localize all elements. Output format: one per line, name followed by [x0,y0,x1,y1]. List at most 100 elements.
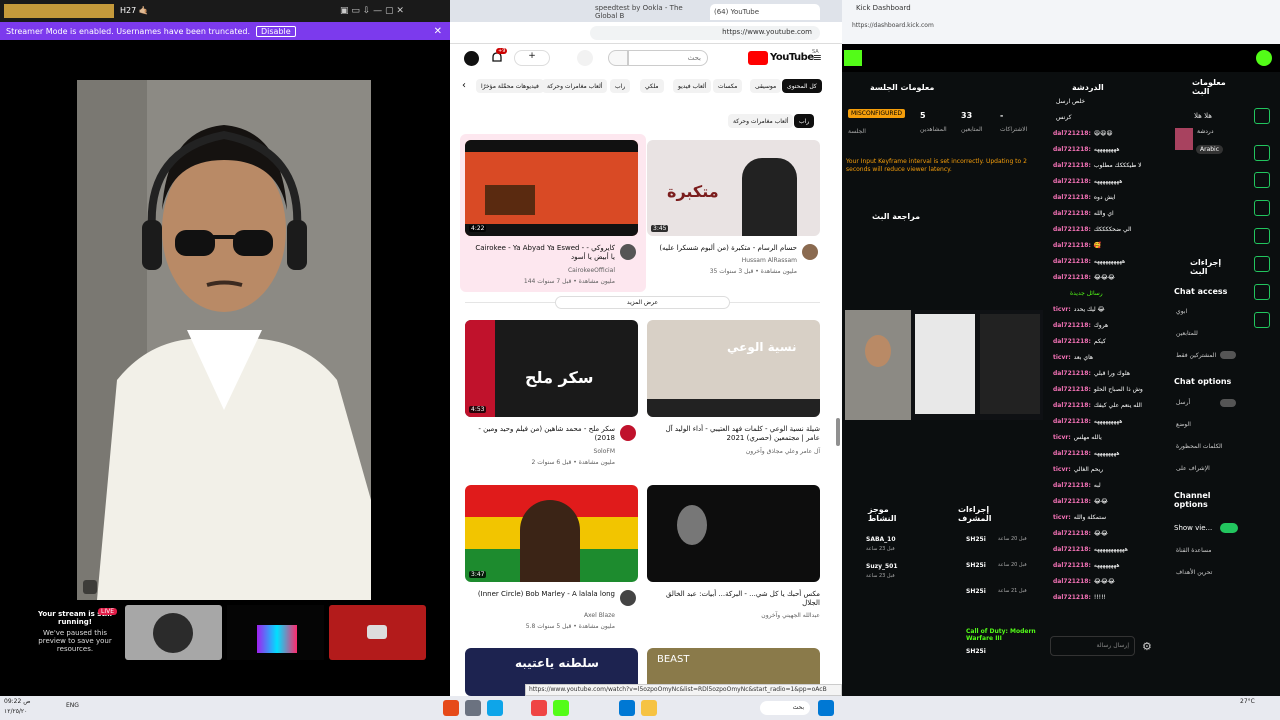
disable-button[interactable]: Disable [256,25,296,37]
video-title[interactable]: مكس أحبك يا كل شي... - البركة... أبيات: … [655,590,820,608]
search-input[interactable]: بحث [628,50,708,66]
chat-username[interactable]: dal721218: [1053,546,1091,553]
close-icon[interactable]: ✕ [434,26,442,37]
chat-access-item[interactable]: للمتابعين [1176,330,1198,337]
youtube-logo-icon[interactable] [748,51,768,65]
side-tool-icon[interactable] [1254,228,1270,244]
chip-games[interactable]: ألعاب فيديو [673,79,712,93]
chip-mixes[interactable]: مكسات [713,79,743,93]
video-thumbnail[interactable]: 3:47 [465,485,638,582]
show-more-button[interactable]: عرض المزيد [555,296,730,309]
avatar[interactable] [464,51,479,66]
mod-user[interactable]: SH25i [966,562,986,569]
chat-username[interactable]: dal721218: [1053,498,1091,505]
chip-royal[interactable]: ملكي [640,79,664,93]
subchip-rap[interactable]: راب [794,114,815,128]
chat-username[interactable]: dal721218: [1053,450,1091,457]
video-channel[interactable]: SoloFM [470,448,615,455]
chat-username[interactable]: dal721218: [1053,210,1091,217]
side-tool-icon[interactable] [1254,145,1270,161]
url-field[interactable]: https://www.youtube.com [590,26,820,40]
mod-user[interactable]: SH25i [966,536,986,543]
video-channel[interactable]: Axel Blaze [470,612,615,619]
chat-username[interactable]: dal721218: [1053,194,1091,201]
chrome-icon[interactable] [443,700,459,716]
side-tool-icon[interactable] [1254,172,1270,188]
chat-access-item[interactable]: المشتركين فقط [1176,352,1216,359]
chip-adventure[interactable]: ألعاب مغامرات وحركة [542,79,608,93]
mod-user[interactable]: SH25i [966,588,986,595]
chat-username[interactable]: dal721218: [1053,386,1091,393]
chat-username[interactable]: dal721218: [1053,418,1091,425]
bell-icon[interactable]: +9 [490,48,508,65]
windows-start-icon[interactable] [818,700,834,716]
camera-settings-icon[interactable] [83,580,97,594]
video-title[interactable]: حسام الرسام - متكبرة (من ألبوم شسكرا علي… [655,244,797,253]
video-thumbnail[interactable]: متكبرة 3:45 [647,140,820,236]
search-icon[interactable] [608,50,628,66]
tab-youtube[interactable]: (64) YouTube [710,4,820,20]
youtube-icon[interactable] [531,700,547,716]
show-viewers-toggle[interactable] [1220,523,1238,533]
side-tool-icon[interactable] [1254,108,1270,124]
kick-url[interactable]: https://dashboard.kick.com [852,22,934,29]
kick-logo-icon[interactable] [844,50,862,66]
gear-icon[interactable]: ⚙ [1142,640,1152,653]
kick-icon[interactable] [553,700,569,716]
subchip-adventure[interactable]: ألعاب مغامرات وحركة [728,114,794,128]
side-tool-icon[interactable] [1254,256,1270,272]
video-thumbnail[interactable]: نسية الوعي [647,320,820,417]
mod-user[interactable]: SH25i [966,648,986,655]
tab-speedtest[interactable]: speedtest by Ookla - The Global B [595,4,705,20]
window-controls[interactable]: ▣ ▭ ⇩ — ▢ ✕ [340,6,404,16]
video-title[interactable]: شيلة نسية الوعي - كلمات فهد العتيبي - أد… [655,425,820,443]
chat-username[interactable]: ticvr: [1053,306,1071,313]
chat-username[interactable]: dal721218: [1053,274,1091,281]
scrollbar-thumb[interactable] [836,418,840,446]
chat-username[interactable]: ticvr: [1053,466,1071,473]
video-channel[interactable]: عبدالله الجهيني وآخرون [655,612,820,619]
chat-access-item[interactable]: ابوي [1176,308,1187,315]
chat-username[interactable]: ticvr: [1053,514,1071,521]
chat-username[interactable]: dal721218: [1053,338,1091,345]
source-card-screen[interactable] [227,605,324,660]
obs-icon[interactable] [465,700,481,716]
video-channel[interactable]: آل عامر وعلي مجاذق وآخرون [655,448,820,455]
profile-avatar[interactable] [1256,50,1272,66]
kick-tab-title[interactable]: Kick Dashboard [856,4,911,12]
channel-option-item[interactable]: مساعدة القناة [1176,547,1212,554]
side-tool-icon[interactable] [1254,200,1270,216]
source-card-camera-off[interactable] [329,605,426,660]
chat-username[interactable]: dal721218: [1053,226,1091,233]
activity-user[interactable]: Suzy_501 [866,563,898,570]
video-title[interactable]: (Inner Circle) Bob Marley - A lalala lon… [470,590,615,599]
chat-username[interactable]: dal721218: [1053,162,1091,169]
chat-username[interactable]: dal721218: [1053,370,1091,377]
chat-username[interactable]: dal721218: [1053,482,1091,489]
channel-avatar[interactable] [620,425,636,441]
video-thumbnail[interactable]: سكر ملح 4:53 [465,320,638,417]
mic-icon[interactable] [577,50,593,66]
channel-option-item[interactable]: تحرين الأهداف [1176,569,1212,576]
edge-icon[interactable] [619,700,635,716]
chat-username[interactable]: dal721218: [1053,530,1091,537]
taskbar-lang[interactable]: ENG [66,702,79,709]
chat-username[interactable]: dal721218: [1053,562,1091,569]
chat-input[interactable]: إرسال رسالة [1050,636,1135,656]
subscribers-only-toggle[interactable] [1220,351,1236,359]
channel-avatar[interactable] [620,590,636,606]
chip-rap[interactable]: راب [610,79,631,93]
video-channel[interactable]: CairokeeOfficial [470,267,615,274]
emote-mode-toggle[interactable] [1220,399,1236,407]
side-tool-icon[interactable] [1254,312,1270,328]
chat-username[interactable]: ticvr: [1053,354,1071,361]
activity-user[interactable]: SABA_10 [866,536,896,543]
app-icon[interactable] [487,700,503,716]
video-thumbnail[interactable] [647,485,820,582]
taskbar-search[interactable]: بحث [760,701,810,715]
create-button[interactable]: + [514,50,550,66]
chat-username[interactable]: dal721218: [1053,178,1091,185]
chevron-left-icon[interactable]: ‹ [462,80,466,91]
chat-option-item[interactable]: الكلمات المحظورة [1176,443,1223,450]
chat-username[interactable]: dal721218: [1053,130,1091,137]
